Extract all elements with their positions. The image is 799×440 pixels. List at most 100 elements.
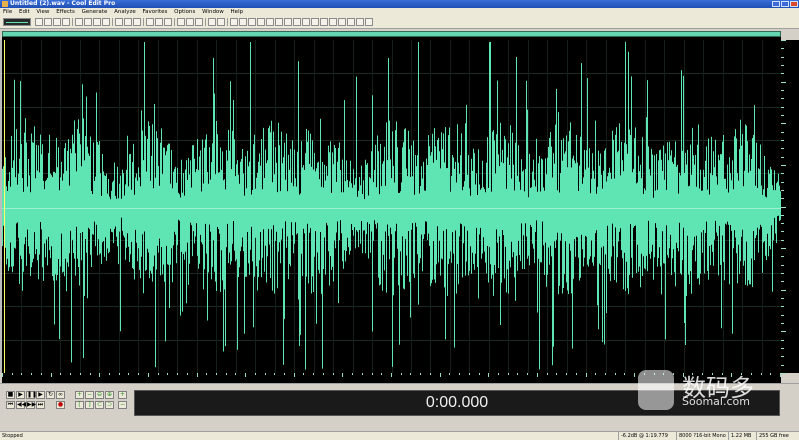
time-tick (586, 373, 587, 377)
toolbar-button[interactable] (248, 18, 256, 26)
toolbar-button[interactable] (115, 18, 123, 26)
toolbar-button[interactable] (208, 18, 216, 26)
time-tick (265, 373, 266, 375)
amplitude-tick (781, 331, 786, 332)
time-tick (60, 373, 61, 375)
maximize-button[interactable] (781, 1, 789, 7)
toolbar-button[interactable] (53, 18, 61, 26)
toolbar-button[interactable] (347, 18, 355, 26)
toolbar-button[interactable] (35, 18, 43, 26)
toolbar-button[interactable] (338, 18, 346, 26)
toolbar-button[interactable] (284, 18, 292, 26)
toolbar-button[interactable] (133, 18, 141, 26)
amplitude-tick (781, 182, 784, 183)
menu-analyze[interactable]: Analyze (114, 9, 136, 15)
amplitude-tick (781, 157, 784, 158)
toolbar-button[interactable] (275, 18, 283, 26)
zoom-in-vertical-button[interactable]: + (118, 391, 127, 399)
time-tick (420, 373, 421, 375)
toolbar-button[interactable] (62, 18, 70, 26)
toolbar-button[interactable] (293, 18, 301, 26)
toolbar-button[interactable] (93, 18, 101, 26)
zoom-out-full-button[interactable]: ⊖ (95, 391, 104, 399)
time-tick (566, 373, 567, 375)
rewind-button[interactable]: ◀◀ (16, 401, 26, 409)
zoom-in-horizontal-button[interactable]: + (75, 391, 84, 399)
amplitude-tick (781, 223, 784, 224)
toolbar-button[interactable] (155, 18, 163, 26)
time-tick (99, 373, 100, 377)
minimize-button[interactable] (772, 1, 780, 7)
toolbar-button[interactable] (164, 18, 172, 26)
amplitude-tick (781, 115, 784, 116)
time-tick (323, 373, 324, 375)
menu-edit[interactable]: Edit (19, 9, 30, 15)
toolbar-button[interactable] (356, 18, 364, 26)
time-tick (177, 373, 178, 375)
menu-options[interactable]: Options (174, 9, 195, 15)
go-to-start-button[interactable]: ⏮ (6, 401, 15, 409)
pause-button[interactable]: ❚❚ (26, 391, 37, 399)
amplitude-ruler (781, 40, 799, 374)
zoom-left-button[interactable]: [ (75, 401, 84, 409)
toolbar-button[interactable] (302, 18, 310, 26)
toolbar-button[interactable] (195, 18, 203, 26)
time-tick (119, 373, 120, 375)
zoom-selection-button[interactable]: ⊕ (105, 391, 114, 399)
menu-window[interactable]: Window (202, 9, 224, 15)
time-tick (624, 373, 625, 375)
zoom-to-right-edge-button[interactable]: ⊃ (105, 401, 114, 409)
toolbar (0, 16, 799, 29)
record-button[interactable]: ● (56, 401, 65, 409)
toolbar-button[interactable] (186, 18, 194, 26)
play-to-end-button[interactable]: ▶ (36, 391, 45, 399)
zoom-right-button[interactable]: ] (85, 401, 94, 409)
time-tick (41, 373, 42, 375)
toolbar-button[interactable] (217, 18, 225, 26)
waveform-display[interactable] (2, 40, 781, 373)
time-tick (576, 373, 577, 375)
toolbar-button[interactable] (257, 18, 265, 26)
toolbar-button[interactable] (102, 18, 110, 26)
toolbar-waveform-view-button[interactable] (3, 18, 31, 26)
time-tick (362, 373, 363, 375)
menu-help[interactable]: Help (231, 9, 244, 15)
toolbar-button[interactable] (84, 18, 92, 26)
toolbar-button[interactable] (266, 18, 274, 26)
toolbar-button[interactable] (239, 18, 247, 26)
menu-file[interactable]: File (3, 9, 12, 15)
time-tick (148, 373, 149, 377)
toolbar-button[interactable] (230, 18, 238, 26)
play-button[interactable]: ▶ (16, 391, 25, 399)
amplitude-tick (781, 215, 784, 216)
selection-view-panel (783, 390, 799, 416)
toolbar-button[interactable] (146, 18, 154, 26)
zoom-out-vertical-button[interactable]: − (118, 401, 127, 409)
toolbar-button[interactable] (75, 18, 83, 26)
menu-favorites[interactable]: Favorites (143, 9, 168, 15)
loop-button[interactable]: ↻ (46, 391, 55, 399)
zoom-out-horizontal-button[interactable]: − (85, 391, 94, 399)
toolbar-button[interactable] (124, 18, 132, 26)
toolbar-button[interactable] (329, 18, 337, 26)
toolbar-button[interactable] (44, 18, 52, 26)
time-tick (80, 373, 81, 375)
toolbar-button[interactable] (365, 18, 373, 26)
time-tick (537, 373, 538, 377)
time-tick (2, 373, 3, 377)
close-button[interactable] (790, 1, 798, 7)
toolbar-button[interactable] (311, 18, 319, 26)
menu-effects[interactable]: Effects (56, 9, 75, 15)
menu-view[interactable]: View (36, 9, 49, 15)
stop-button[interactable]: ■ (6, 391, 15, 399)
toolbar-button[interactable] (177, 18, 185, 26)
fast-forward-button[interactable]: ▶▶ (26, 401, 36, 409)
time-tick (527, 373, 528, 375)
menu-generate[interactable]: Generate (82, 9, 108, 15)
title-bar: Untitled (2).wav - Cool Edit Pro (0, 0, 799, 8)
amplitude-tick (781, 240, 784, 241)
play-from-cursor-button[interactable]: ∞ (56, 391, 65, 399)
toolbar-button[interactable] (320, 18, 328, 26)
go-to-end-button[interactable]: ⏭ (36, 401, 45, 409)
zoom-to-left-edge-button[interactable]: ⊂ (95, 401, 104, 409)
